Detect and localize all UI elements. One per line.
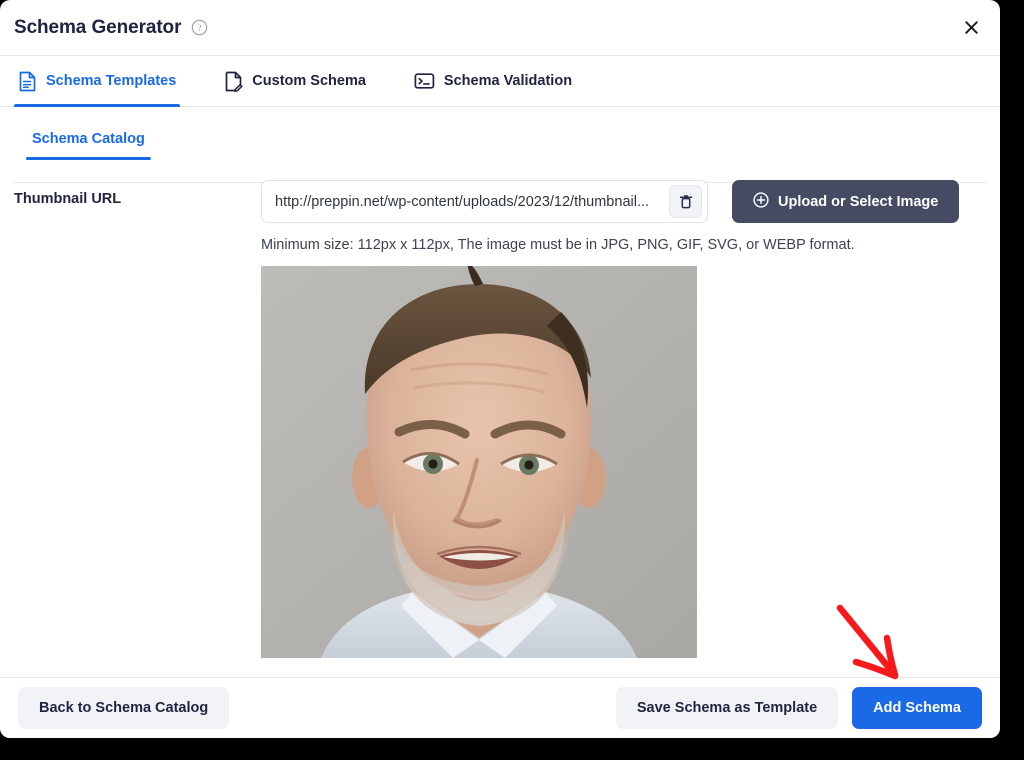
upload-or-select-image-button[interactable]: Upload or Select Image — [732, 180, 960, 223]
trash-icon[interactable] — [669, 185, 702, 218]
tab-schema-templates[interactable]: Schema Templates — [14, 56, 194, 107]
modal-header: Schema Generator ? — [0, 0, 1000, 56]
document-icon — [18, 71, 37, 92]
svg-text:?: ? — [198, 24, 202, 34]
back-to-schema-catalog-button[interactable]: Back to Schema Catalog — [18, 687, 230, 729]
help-circle-icon[interactable]: ? — [191, 19, 208, 36]
modal-body: Thumbnail URL http://preppin.net/wp-cont… — [0, 180, 1000, 658]
tab-label: Schema Validation — [443, 73, 573, 89]
add-schema-button[interactable]: Add Schema — [852, 687, 982, 729]
tab-label: Schema Templates — [46, 73, 177, 89]
image-requirements-hint: Minimum size: 112px x 112px, The image m… — [261, 237, 855, 253]
schema-generator-modal: Schema Generator ? Schema Templates Cust… — [0, 0, 1000, 738]
close-icon[interactable] — [956, 13, 986, 43]
url-row: http://preppin.net/wp-content/uploads/20… — [261, 180, 986, 223]
modal-footer: Back to Schema Catalog Save Schema as Te… — [0, 677, 1000, 738]
tab-label: Custom Schema — [252, 73, 366, 89]
primary-tabs: Schema Templates Custom Schema Schema Va… — [0, 56, 1000, 107]
save-schema-as-template-button[interactable]: Save Schema as Template — [615, 687, 839, 729]
terminal-icon — [414, 72, 435, 90]
document-edit-icon — [224, 71, 243, 92]
thumbnail-url-label: Thumbnail URL — [14, 191, 122, 207]
thumbnail-preview-image — [261, 266, 697, 658]
thumbnail-url-input[interactable]: http://preppin.net/wp-content/uploads/20… — [261, 180, 708, 223]
subtab-active-indicator — [26, 157, 151, 160]
tab-schema-validation[interactable]: Schema Validation — [410, 56, 590, 106]
thumbnail-url-controls: http://preppin.net/wp-content/uploads/20… — [261, 180, 986, 658]
footer-actions: Save Schema as Template Add Schema — [615, 687, 982, 729]
subtab-schema-catalog-wrap: Schema Catalog — [14, 127, 163, 160]
thumbnail-url-field-row: Thumbnail URL http://preppin.net/wp-cont… — [14, 180, 986, 658]
sub-tabs: Schema Catalog — [0, 127, 1000, 160]
subtab-schema-catalog[interactable]: Schema Catalog — [14, 127, 163, 160]
thumbnail-url-value: http://preppin.net/wp-content/uploads/20… — [275, 193, 650, 210]
upload-button-label: Upload or Select Image — [778, 193, 939, 210]
page-title: Schema Generator — [14, 16, 182, 38]
plus-circle-icon — [753, 191, 769, 212]
tab-custom-schema[interactable]: Custom Schema — [220, 56, 384, 106]
